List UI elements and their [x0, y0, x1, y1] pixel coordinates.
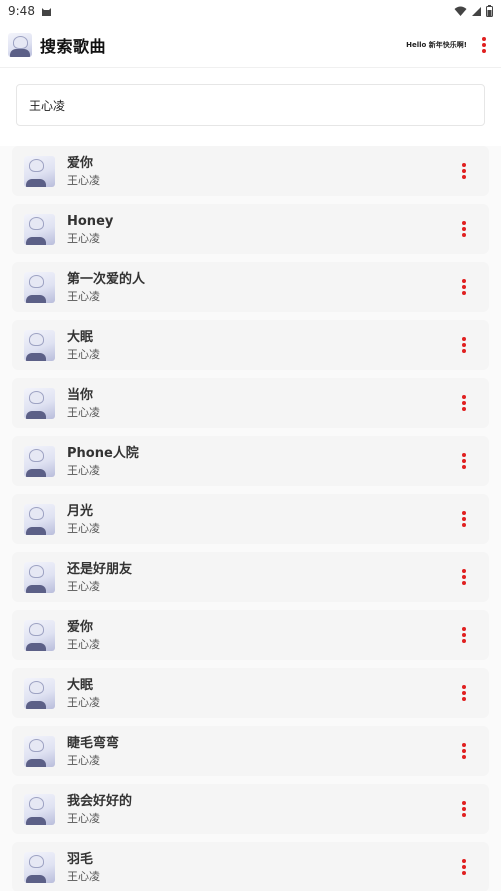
song-title: Honey [67, 213, 114, 229]
song-title: 爱你 [67, 619, 94, 635]
song-title: 羽毛 [67, 851, 94, 867]
song-list: 爱你 王心凌 Honey 王心凌 第一次爱的人 王心凌 大眠 王心凌 当你 王心凌 Phone人院王… [0, 146, 501, 891]
song-cover-image [24, 387, 55, 419]
song-info: 我会好好的 王心凌 [67, 793, 457, 826]
song-info: 当你 王心凌 [67, 387, 457, 420]
song-info: 第一次爱的人 王心凌 [67, 271, 457, 304]
more-vert-icon[interactable] [457, 161, 471, 181]
song-artist: 王心凌 [67, 463, 100, 477]
wifi-icon [454, 6, 467, 17]
song-cover-image [24, 561, 55, 593]
song-artist: 王心凌 [67, 579, 100, 593]
song-artist: 王心凌 [67, 231, 100, 245]
song-list-item[interactable]: 爱你 王心凌 [12, 146, 489, 196]
song-cover-image [24, 851, 55, 883]
page-title: 搜索歌曲 [40, 36, 107, 56]
more-vert-icon[interactable] [457, 857, 471, 877]
song-cover-image [24, 735, 55, 767]
song-title: Phone人院 [67, 445, 139, 461]
song-cover-image [24, 213, 55, 245]
song-list-item[interactable]: Phone人院 王心凌 [12, 436, 489, 486]
song-list-item[interactable]: 羽毛 王心凌 [12, 842, 489, 891]
song-list-item[interactable]: 月光 王心凌 [12, 494, 489, 544]
song-info: 月光 王心凌 [67, 503, 457, 536]
song-info: 爱你 王心凌 [67, 155, 457, 188]
song-artist: 王心凌 [67, 173, 100, 187]
app-bar: 搜索歌曲 Hello 新年快乐啊! [0, 22, 501, 68]
song-cover-image [24, 445, 55, 477]
song-info: 大眠 王心凌 [67, 677, 457, 710]
more-vert-icon[interactable] [457, 277, 471, 297]
song-cover-image [24, 155, 55, 187]
signal-icon [471, 6, 482, 17]
song-cover-image [24, 271, 55, 303]
song-title: 第一次爱的人 [67, 271, 146, 287]
more-vert-icon[interactable] [477, 35, 491, 55]
song-info: 爱你 王心凌 [67, 619, 457, 652]
status-time: 9:48 [8, 4, 35, 18]
song-info: Phone人院 王心凌 [67, 445, 457, 478]
more-vert-icon[interactable] [457, 335, 471, 355]
song-artist: 王心凌 [67, 811, 100, 825]
song-list-item[interactable]: 睫毛弯弯 王心凌 [12, 726, 489, 776]
song-artist: 王心凌 [67, 695, 100, 709]
song-info: 大眠 王心凌 [67, 329, 457, 362]
cat-icon [41, 6, 52, 16]
greeting-text: Hello 新年快乐啊! [406, 40, 467, 49]
song-info: 羽毛 王心凌 [67, 851, 457, 884]
song-artist: 王心凌 [67, 753, 100, 767]
song-list-item[interactable]: 第一次爱的人 王心凌 [12, 262, 489, 312]
more-vert-icon[interactable] [457, 683, 471, 703]
song-info: Honey 王心凌 [67, 213, 457, 246]
song-cover-image [24, 793, 55, 825]
more-vert-icon[interactable] [457, 451, 471, 471]
song-artist: 王心凌 [67, 347, 100, 361]
song-list-item[interactable]: 大眠 王心凌 [12, 320, 489, 370]
song-list-item[interactable]: 当你 王心凌 [12, 378, 489, 428]
song-title: 睫毛弯弯 [67, 735, 120, 751]
song-cover-image [24, 677, 55, 709]
song-list-item[interactable]: 还是好朋友 王心凌 [12, 552, 489, 602]
search-section [0, 68, 501, 126]
song-cover-image [24, 619, 55, 651]
song-list-item[interactable]: 我会好好的 王心凌 [12, 784, 489, 834]
song-title: 大眠 [67, 329, 94, 345]
more-vert-icon[interactable] [457, 567, 471, 587]
song-info: 还是好朋友 王心凌 [67, 561, 457, 594]
song-title: 我会好好的 [67, 793, 133, 809]
more-vert-icon[interactable] [457, 393, 471, 413]
more-vert-icon[interactable] [457, 799, 471, 819]
song-title: 还是好朋友 [67, 561, 133, 577]
status-bar: 9:48 [0, 0, 501, 22]
song-artist: 王心凌 [67, 637, 100, 651]
app-avatar[interactable] [8, 32, 32, 57]
song-title: 爱你 [67, 155, 94, 171]
song-list-item[interactable]: 大眠 王心凌 [12, 668, 489, 718]
song-cover-image [24, 503, 55, 535]
more-vert-icon[interactable] [457, 509, 471, 529]
song-info: 睫毛弯弯 王心凌 [67, 735, 457, 768]
search-input[interactable] [29, 98, 472, 112]
song-cover-image [24, 329, 55, 361]
song-list-item[interactable]: Honey 王心凌 [12, 204, 489, 254]
search-box[interactable] [16, 84, 485, 126]
song-artist: 王心凌 [67, 869, 100, 883]
song-title: 当你 [67, 387, 94, 403]
song-artist: 王心凌 [67, 521, 100, 535]
more-vert-icon[interactable] [457, 625, 471, 645]
more-vert-icon[interactable] [457, 741, 471, 761]
more-vert-icon[interactable] [457, 219, 471, 239]
song-artist: 王心凌 [67, 405, 100, 419]
song-artist: 王心凌 [67, 289, 100, 303]
song-title: 月光 [67, 503, 94, 519]
battery-icon [486, 5, 493, 17]
song-title: 大眠 [67, 677, 94, 693]
song-list-item[interactable]: 爱你 王心凌 [12, 610, 489, 660]
